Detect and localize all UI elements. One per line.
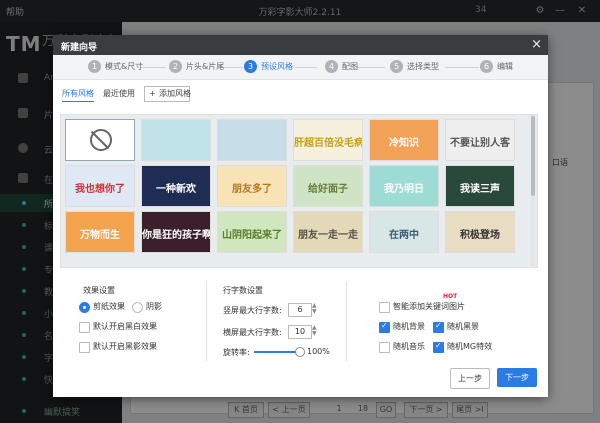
section-divider	[346, 281, 347, 361]
step-label: 配图	[342, 62, 358, 71]
option-label: 剪纸效果	[93, 302, 125, 311]
vertical-max-label: 竖屏最大行字数:	[223, 306, 282, 315]
style-thumbnail[interactable]: 一种新欢	[141, 165, 211, 207]
vertical-stepper-icon[interactable]: ▲ ▼	[312, 303, 320, 315]
checkbox	[79, 322, 90, 333]
step-number: 4	[325, 60, 338, 73]
style-thumbnail[interactable]: 给好面子	[293, 165, 363, 207]
close-icon[interactable]: ×	[531, 37, 542, 52]
thumbnail-text: 肝超百倍没毛病	[294, 138, 363, 149]
step-label: 片头&片尾	[186, 62, 225, 71]
next-step-button[interactable]: 下一步	[497, 368, 537, 387]
vertical-max-input[interactable]: 6	[288, 303, 312, 317]
style-thumbnail[interactable]: 肝超百倍没毛病	[293, 119, 363, 161]
rotation-slider-track[interactable]	[254, 351, 300, 353]
horizontal-stepper-icon[interactable]: ▲ ▼	[312, 325, 320, 337]
step-number: 1	[88, 60, 101, 73]
tab-recent[interactable]: 最近使用	[103, 88, 135, 99]
checkbox-checked	[433, 321, 444, 333]
style-thumbnail[interactable]: 我乃明日	[369, 165, 439, 207]
option-label: 智能添加关键词图片	[393, 302, 465, 311]
thumbnail-text: 我读三声	[460, 184, 500, 195]
thumbnail-text: 冷知识	[389, 138, 419, 149]
option-label: 随机背景	[393, 322, 425, 331]
thumbnail-text: 不要让别人客	[450, 138, 510, 149]
checkbox	[79, 342, 90, 353]
option-label: 随机MG特效	[447, 342, 493, 351]
option-label: 阴影	[146, 302, 162, 311]
thumbnail-text: 山阴阳起来了	[222, 230, 282, 241]
dialog-header: 新建向导 ×	[53, 35, 548, 55]
style-thumbnail[interactable]	[217, 119, 287, 161]
style-thumbnail[interactable]: 朋友多了	[217, 165, 287, 207]
step-connector	[141, 67, 166, 68]
radio-selected	[79, 302, 90, 313]
thumbnail-text: 在两中	[389, 230, 419, 241]
checkbox	[379, 342, 390, 353]
horizontal-max-label: 横屏最大行字数:	[223, 328, 282, 337]
option-label: 默认开启黑白效果	[93, 322, 157, 331]
prev-step-button[interactable]: 上一步	[450, 368, 490, 389]
checkbox-checked	[433, 341, 444, 353]
step-connector	[295, 67, 317, 68]
step-label: 预设风格	[261, 62, 293, 71]
step-number: 5	[390, 60, 403, 73]
step-label: 模式&尺寸	[105, 62, 144, 71]
step-connector	[445, 67, 479, 68]
checkbox	[379, 302, 390, 313]
tab-all-styles[interactable]: 所有风格	[62, 88, 94, 102]
style-thumbnail[interactable]: 在两中	[369, 211, 439, 253]
step-label: 编辑	[497, 62, 513, 71]
option-label: 随机音乐	[393, 342, 425, 351]
thumbnail-text: 万物而生	[80, 230, 120, 241]
gallery-scroll-thumb[interactable]	[531, 116, 535, 196]
thumbnail-text: 我乃明日	[384, 184, 424, 195]
add-style-label: 添加风格	[159, 89, 191, 98]
step-label: 选择类型	[407, 62, 439, 71]
option-label: 随机黑景	[447, 322, 479, 331]
wizard-steps: 1 模式&尺寸 2 片头&片尾 3 预设风格 4 配图 5 选择类型 6 编辑	[53, 55, 548, 80]
no-style-thumbnail[interactable]	[65, 119, 135, 161]
step-connector	[357, 67, 385, 68]
step-number: 6	[480, 60, 493, 73]
style-gallery: 肝超百倍没毛病 冷知识 不要让别人客我也想你了 一种新欢 朋友多了 给好面子 我乃明日 我读三…	[60, 114, 538, 268]
option-label: 默认开启黑影效果	[93, 342, 157, 351]
style-thumbnail[interactable]: 山阴阳起来了	[217, 211, 287, 253]
dialog-title: 新建向导	[61, 43, 98, 53]
hot-badge: HOT	[443, 293, 458, 300]
new-wizard-dialog: 新建向导 × 1 模式&尺寸 2 片头&片尾 3 预设风格 4 配图 5 选择类型 6 编辑…	[53, 35, 548, 397]
style-thumbnail[interactable]: 积极登场	[445, 211, 515, 253]
style-thumbnail[interactable]: 我读三声	[445, 165, 515, 207]
checkbox-checked	[379, 321, 390, 333]
style-tabs: 所有风格 最近使用 + 添加风格	[53, 85, 548, 103]
style-thumbnail[interactable]: 冷知识	[369, 119, 439, 161]
effects-title: 效果设置	[83, 286, 115, 295]
radio-unselected	[132, 302, 143, 313]
style-thumbnail[interactable]: 不要让别人客	[445, 119, 515, 161]
thumbnail-text: 积极登场	[460, 230, 500, 241]
rotation-label: 旋转率:	[223, 348, 250, 357]
line-settings-title: 行字数设置	[223, 286, 263, 295]
thumbnail-text: 朋友多了	[232, 184, 272, 195]
style-thumbnail[interactable]	[141, 119, 211, 161]
thumbnail-text: 你是狂的孩子啊	[142, 230, 211, 241]
style-thumbnail[interactable]: 万物而生	[65, 211, 135, 253]
style-thumbnail[interactable]: 你是狂的孩子啊	[141, 211, 211, 253]
rotation-value: 100%	[307, 347, 330, 356]
style-thumbnail[interactable]: 我也想你了	[65, 165, 135, 207]
step-number: 3	[244, 60, 257, 73]
rotation-slider-handle[interactable]	[295, 347, 305, 357]
horizontal-max-input[interactable]: 10	[288, 325, 312, 339]
thumbnail-text: 一种新欢	[156, 184, 196, 195]
thumbnail-text: 朋友一走一走	[298, 230, 358, 241]
section-divider	[206, 281, 207, 361]
plus-icon: +	[149, 89, 156, 98]
add-style-button[interactable]: + 添加风格	[144, 86, 191, 102]
style-thumbnail[interactable]: 朋友一走一走	[293, 211, 363, 253]
thumbnail-text: 我也想你了	[75, 184, 125, 195]
step-connector	[221, 67, 243, 68]
thumbnail-text: 给好面子	[308, 184, 348, 195]
step-number: 2	[169, 60, 182, 73]
